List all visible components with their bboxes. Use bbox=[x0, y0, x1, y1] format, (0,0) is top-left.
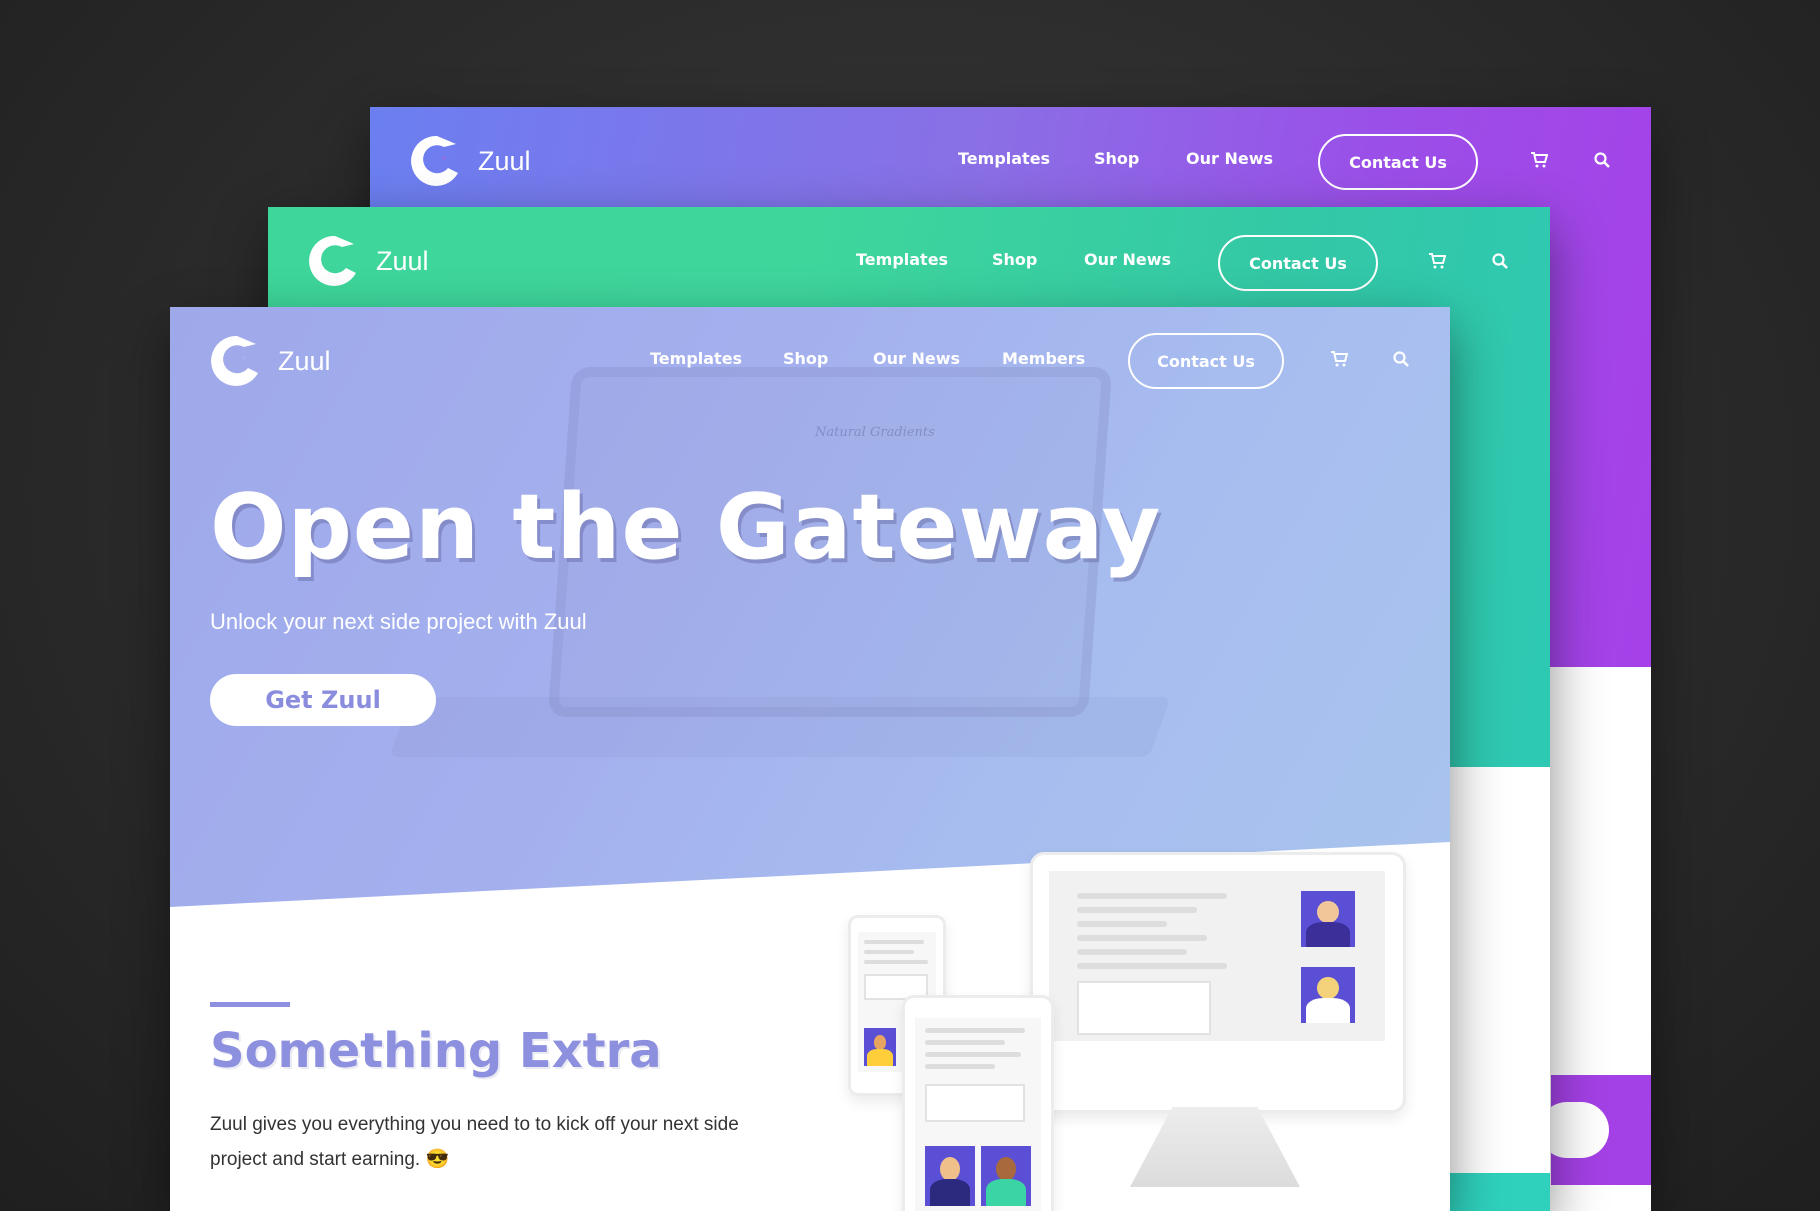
avatar bbox=[981, 1146, 1031, 1206]
cart-icon[interactable] bbox=[1530, 151, 1548, 169]
navbar: Zuul Templates Shop Our News Members Con… bbox=[170, 307, 1450, 417]
contact-button[interactable]: Contact Us bbox=[1218, 235, 1378, 291]
nav-link-templates[interactable]: Templates bbox=[958, 149, 1050, 168]
hero-title: Open the Gateway bbox=[210, 475, 1162, 580]
cart-icon[interactable] bbox=[1330, 350, 1348, 368]
brand-name: Zuul bbox=[376, 245, 429, 276]
nav-link-our-news[interactable]: Our News bbox=[873, 349, 960, 368]
search-icon[interactable] bbox=[1593, 151, 1611, 169]
tablet-illustration bbox=[902, 995, 1054, 1211]
laptop-screen-label: Natural Gradients bbox=[815, 425, 935, 440]
nav-link-members[interactable]: Members bbox=[1002, 349, 1085, 368]
search-icon[interactable] bbox=[1491, 252, 1509, 270]
brand-name: Zuul bbox=[478, 145, 531, 176]
laptop-base-image bbox=[389, 697, 1171, 757]
zuul-logo-icon bbox=[309, 235, 356, 286]
brand[interactable]: Zuul bbox=[208, 332, 331, 390]
zuul-logo-icon bbox=[411, 135, 458, 186]
template-preview-lavender: Natural Gradients Zuul Templates Shop Ou… bbox=[170, 307, 1450, 1211]
nav-link-shop[interactable]: Shop bbox=[783, 349, 828, 368]
section-body: Zuul gives you everything you need to to… bbox=[210, 1114, 739, 1170]
navbar: Zuul Templates Shop Our News Contact Us bbox=[268, 207, 1550, 317]
hero-subtitle: Unlock your next side project with Zuul bbox=[210, 609, 587, 634]
brand-name: Zuul bbox=[278, 345, 331, 376]
monitor-stand bbox=[1130, 1107, 1300, 1187]
contact-button[interactable]: Contact Us bbox=[1318, 134, 1478, 190]
nav-link-shop[interactable]: Shop bbox=[992, 250, 1037, 269]
search-icon[interactable] bbox=[1392, 350, 1410, 368]
avatar bbox=[1301, 891, 1355, 947]
nav-link-our-news[interactable]: Our News bbox=[1186, 149, 1273, 168]
nav-link-shop[interactable]: Shop bbox=[1094, 149, 1139, 168]
section-title: Something Extra bbox=[210, 1023, 662, 1079]
get-zuul-button[interactable]: Get Zuul bbox=[210, 674, 436, 726]
nav-link-our-news[interactable]: Our News bbox=[1084, 250, 1171, 269]
zuul-logo-icon bbox=[211, 335, 258, 386]
avatar bbox=[925, 1146, 975, 1206]
brand[interactable]: Zuul bbox=[306, 232, 429, 290]
brand[interactable]: Zuul bbox=[408, 132, 531, 190]
nav-link-templates[interactable]: Templates bbox=[650, 349, 742, 368]
navbar: Zuul Templates Shop Our News Contact Us bbox=[370, 107, 1651, 217]
contact-button[interactable]: Contact Us bbox=[1128, 333, 1284, 389]
cart-icon[interactable] bbox=[1428, 252, 1446, 270]
avatar bbox=[1301, 967, 1355, 1023]
avatar bbox=[864, 1028, 896, 1066]
monitor-illustration bbox=[1030, 852, 1406, 1113]
nav-link-templates[interactable]: Templates bbox=[856, 250, 948, 269]
section-accent-line bbox=[210, 1002, 290, 1007]
